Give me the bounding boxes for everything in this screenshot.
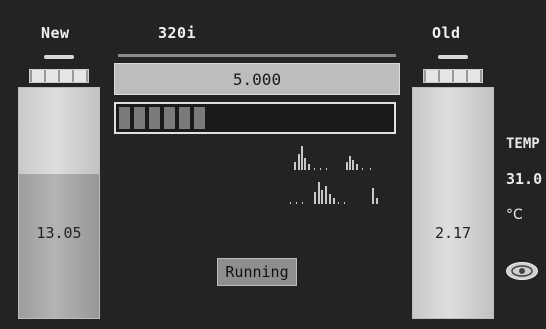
progress-segment xyxy=(149,107,160,129)
temp-title: TEMP xyxy=(506,136,540,152)
machine-screen: New 320i Old 13.05 2.17 5.000 Running TE… xyxy=(0,0,546,329)
amount-value: 5.000 xyxy=(232,69,282,89)
new-label: New xyxy=(41,24,70,42)
new-canister: 13.05 xyxy=(18,55,100,319)
eye-icon[interactable] xyxy=(506,262,538,280)
canister-slot xyxy=(44,55,74,59)
canister-body: 13.05 xyxy=(18,87,100,319)
old-label: Old xyxy=(432,24,461,42)
progress-segment xyxy=(134,107,145,129)
progress-bar xyxy=(114,102,396,134)
header-rule xyxy=(118,54,396,57)
temp-value: 31.0 xyxy=(506,170,543,188)
model-label: 320i xyxy=(158,24,197,42)
activity-graph xyxy=(290,146,378,204)
running-status-label: Running xyxy=(225,263,289,281)
progress-segment xyxy=(164,107,175,129)
eye-icon-graphic xyxy=(511,265,533,277)
running-status-button[interactable]: Running xyxy=(217,258,297,286)
amount-display: 5.000 xyxy=(114,63,400,95)
progress-segments xyxy=(119,107,391,129)
canister-cap xyxy=(29,69,89,83)
temp-unit: °C xyxy=(506,207,523,223)
new-canister-value: 13.05 xyxy=(36,224,82,242)
progress-segment xyxy=(179,107,190,129)
canister-body: 2.17 xyxy=(412,87,494,319)
canister-fill xyxy=(19,174,99,318)
progress-segment xyxy=(119,107,130,129)
old-canister-value: 2.17 xyxy=(434,224,472,242)
old-canister: 2.17 xyxy=(412,55,494,319)
canister-slot xyxy=(438,55,468,59)
progress-segment xyxy=(194,107,205,129)
canister-cap xyxy=(423,69,483,83)
